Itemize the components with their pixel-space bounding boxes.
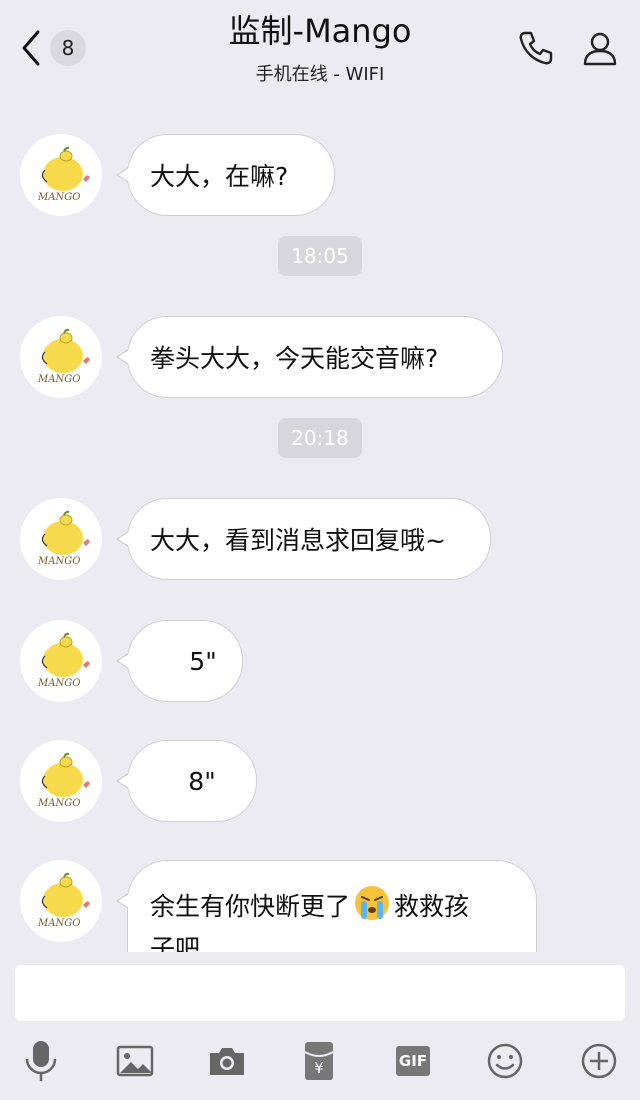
svg-text:MANGO: MANGO — [37, 374, 80, 385]
plus-circle-icon — [581, 1043, 617, 1079]
message-text: 大大，在嘛? — [150, 162, 289, 191]
profile-icon[interactable] — [580, 28, 620, 68]
svg-text:¥: ¥ — [314, 1059, 324, 1077]
image-icon — [116, 1045, 154, 1077]
contact-avatar[interactable]: MANGO — [20, 860, 102, 942]
timestamp: 18:05 — [278, 236, 362, 276]
mango-avatar-icon: MANGO — [37, 328, 90, 385]
online-status: 手机在线 - WIFI — [255, 64, 385, 85]
voice-message-bubble[interactable]: 5" — [116, 620, 243, 702]
gif-button[interactable]: GIF — [390, 1038, 436, 1084]
message-input[interactable] — [15, 965, 625, 1021]
contact-avatar[interactable]: MANGO — [20, 134, 102, 216]
input-toolbar: ¥ GIF — [0, 1030, 640, 1100]
contact-avatar[interactable]: MANGO — [20, 316, 102, 398]
camera-icon — [210, 1048, 244, 1075]
chevron-left-icon — [22, 30, 40, 66]
phone-call-icon[interactable] — [516, 28, 556, 68]
image-button[interactable] — [112, 1038, 158, 1084]
contact-avatar[interactable]: MANGO — [20, 740, 102, 822]
red-packet-icon: ¥ — [304, 1042, 334, 1080]
message-text: 余生有你快断更了 救救孩 子吧 — [150, 883, 469, 952]
contact-avatar[interactable]: MANGO — [20, 498, 102, 580]
emoji-button[interactable] — [482, 1038, 528, 1084]
gif-icon: GIF — [396, 1046, 430, 1076]
svg-text:MANGO: MANGO — [37, 556, 80, 567]
more-button[interactable] — [576, 1038, 622, 1084]
svg-text:MANGO: MANGO — [37, 678, 80, 689]
chat-title: 监制-Mango — [228, 12, 412, 50]
message-bubble[interactable]: 大大，看到消息求回复哦~ — [116, 498, 491, 580]
unread-badge: 8 — [50, 30, 86, 66]
mango-avatar-icon: MANGO — [37, 632, 90, 689]
smiley-icon — [487, 1043, 523, 1079]
message-bubble[interactable]: 大大，在嘛? — [116, 134, 335, 216]
red-packet-button[interactable]: ¥ — [296, 1038, 342, 1084]
message-text: 大大，看到消息求回复哦~ — [150, 526, 446, 555]
mango-avatar-icon: MANGO — [37, 752, 90, 809]
message-bubble[interactable]: 拳头大大，今天能交音嘛? — [116, 316, 503, 398]
crying-face-icon — [355, 886, 390, 920]
voice-button[interactable] — [18, 1038, 64, 1084]
voice-message-bubble[interactable]: 8" — [116, 740, 257, 822]
mango-avatar-icon: MANGO — [37, 146, 90, 203]
svg-text:MANGO: MANGO — [37, 918, 80, 929]
message-text: 拳头大大，今天能交音嘛? — [150, 344, 439, 373]
voice-duration: 5" — [189, 646, 217, 676]
mango-avatar-icon: MANGO — [37, 510, 90, 567]
mango-avatar-icon: MANGO — [37, 872, 90, 929]
microphone-icon — [25, 1041, 57, 1081]
contact-avatar[interactable]: MANGO — [20, 620, 102, 702]
back-button[interactable]: 8 — [18, 28, 98, 68]
camera-button[interactable] — [204, 1038, 250, 1084]
svg-text:MANGO: MANGO — [37, 192, 80, 203]
chat-header: 8 监制-Mango 手机在线 - WIFI — [0, 0, 640, 100]
message-clip: 余生有你快断更了 救救孩 子吧 — [100, 860, 560, 952]
message-bubble[interactable]: 余生有你快断更了 救救孩 子吧 — [116, 860, 537, 952]
svg-text:MANGO: MANGO — [37, 798, 80, 809]
voice-duration: 8" — [188, 766, 216, 796]
timestamp: 20:18 — [278, 418, 362, 458]
